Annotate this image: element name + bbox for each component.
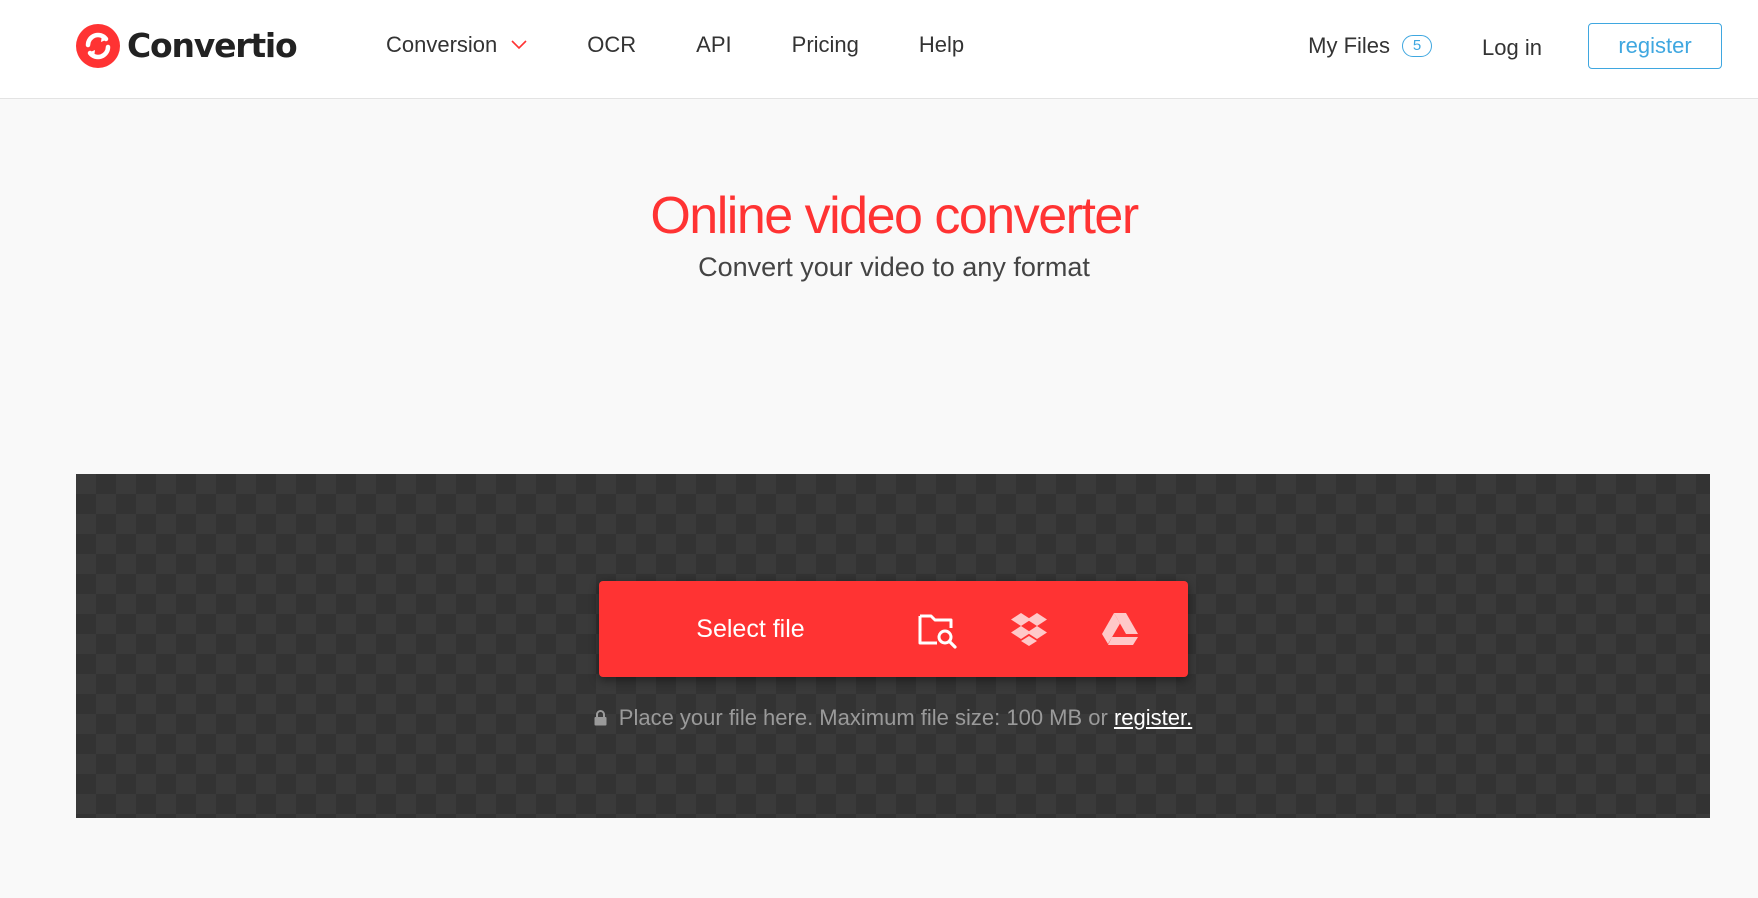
register-link[interactable]: register. xyxy=(1114,705,1192,730)
nav-ocr[interactable]: OCR xyxy=(587,32,636,58)
logo[interactable]: Convertio xyxy=(75,22,298,70)
select-file-button[interactable]: Select file xyxy=(599,581,902,677)
nav-pricing[interactable]: Pricing xyxy=(792,32,859,58)
select-file-panel: Select file xyxy=(599,581,1188,677)
page-title: Online video converter xyxy=(650,187,1139,245)
upload-hint: Place your file here. Maximum file size:… xyxy=(76,704,1710,732)
page-subtitle: Convert your video to any format xyxy=(698,252,1090,282)
login-link[interactable]: Log in xyxy=(1482,35,1542,61)
main-nav: Conversion OCR API Pricing Help xyxy=(386,0,1024,90)
nav-conversion-label: Conversion xyxy=(386,32,498,57)
my-files-link[interactable]: My Files 5 xyxy=(1308,33,1433,59)
upload-hint-text: Place your file here. Maximum file size:… xyxy=(618,705,1108,730)
convertio-logo-icon xyxy=(76,24,120,68)
site-header: Convertio Conversion OCR API Pricing Hel… xyxy=(0,0,1758,99)
logo-text: Convertio xyxy=(127,26,298,65)
chevron-down-icon xyxy=(511,40,527,50)
folder-search-icon[interactable] xyxy=(917,609,957,649)
my-files-count-badge: 5 xyxy=(1402,35,1433,57)
lock-icon xyxy=(594,710,607,726)
nav-help[interactable]: Help xyxy=(919,32,964,58)
my-files-label: My Files xyxy=(1308,33,1391,58)
account-nav: My Files 5 Log in register xyxy=(1308,0,1722,92)
google-drive-icon[interactable] xyxy=(1100,609,1140,649)
nav-conversion[interactable]: Conversion xyxy=(386,32,527,58)
file-drop-zone[interactable]: Select file Place your file here. Maximu… xyxy=(76,474,1710,818)
register-button[interactable]: register xyxy=(1588,23,1722,69)
nav-api[interactable]: API xyxy=(696,32,731,58)
dropbox-icon[interactable] xyxy=(1009,609,1049,649)
